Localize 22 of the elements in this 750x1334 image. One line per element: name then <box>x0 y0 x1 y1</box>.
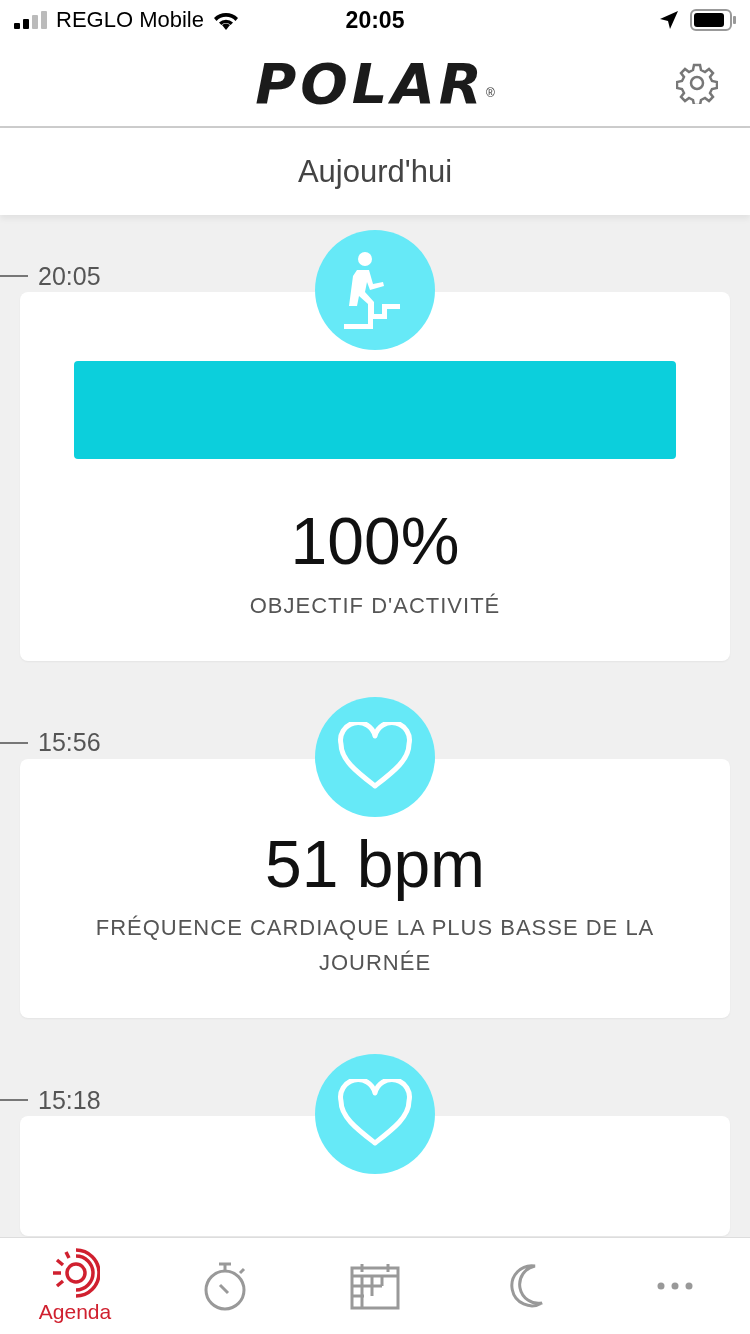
brand-logo: POLAR <box>255 50 486 116</box>
activity-rings-icon <box>50 1248 100 1298</box>
metric-value: 51 bpm <box>264 827 486 901</box>
stopwatch-icon <box>202 1260 248 1312</box>
registered-mark: ® <box>485 86 495 100</box>
metric-value: 100% <box>290 505 460 578</box>
entry-time: 15:18 <box>38 1085 101 1115</box>
metric-label: FRÉQUENCE CARDIAQUE LA PLUS BASSE DE LA JOURNÉE <box>94 914 656 978</box>
battery-icon <box>690 9 736 31</box>
settings-icon[interactable] <box>676 62 718 104</box>
clock-time: 20:05 <box>345 6 405 34</box>
entry-time: 20:05 <box>38 261 101 291</box>
location-arrow-icon <box>660 11 678 29</box>
wifi-icon <box>211 10 240 30</box>
tab-item[interactable]: Agenda <box>0 1238 150 1334</box>
entry-time: 15:56 <box>38 728 101 758</box>
signal-icon <box>14 11 48 29</box>
carrier-name: REGLO Mobile <box>56 7 204 33</box>
calendar-icon <box>350 1262 400 1310</box>
metric-label: OBJECTIF D'ACTIVITÉ <box>249 591 501 620</box>
page-title: Aujourd'hui <box>297 153 453 190</box>
more-icon <box>657 1282 693 1290</box>
